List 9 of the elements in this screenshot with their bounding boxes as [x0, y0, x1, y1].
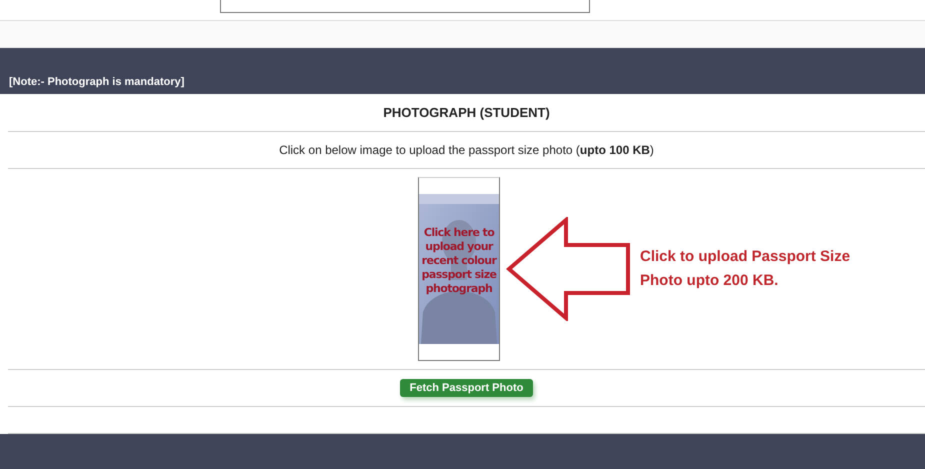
- instruction-text: Click on below image to upload the passport size photo (upto 100 KB): [279, 143, 654, 157]
- note-text: [Note:- Photograph is mandatory]: [9, 76, 184, 88]
- section-title: PHOTOGRAPH (STUDENT): [383, 105, 550, 120]
- upload-hint-text: Click here to upload your recent colour passport size photograph: [421, 226, 497, 296]
- callout-text: Click to upload Passport Size Photo upto 200 KB.: [640, 247, 852, 291]
- photo-upload[interactable]: Click here to upload your recent colour passport size photograph: [418, 177, 500, 361]
- input-field[interactable]: [220, 0, 590, 13]
- left-arrow-icon: [506, 217, 632, 321]
- fetch-photo-button[interactable]: Fetch Passport Photo: [400, 379, 534, 397]
